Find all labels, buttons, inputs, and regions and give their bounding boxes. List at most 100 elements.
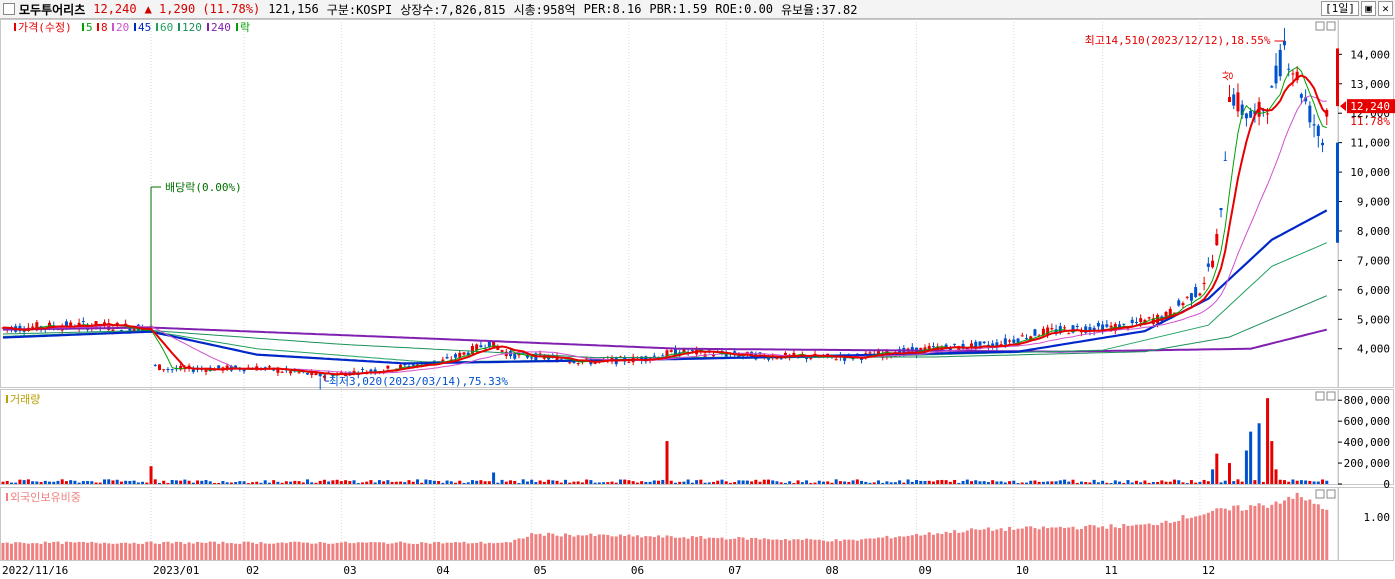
foreign-bar bbox=[1147, 523, 1151, 560]
restore-icon[interactable]: ▣ bbox=[1361, 1, 1376, 16]
volume-bar bbox=[1223, 480, 1227, 484]
candle bbox=[1211, 260, 1215, 268]
volume-bar bbox=[623, 479, 627, 484]
high-annotation: 최고14,510(2023/12/12),18.55% bbox=[1085, 34, 1271, 47]
volume-bar bbox=[631, 481, 635, 484]
volume-bar bbox=[94, 482, 98, 484]
volume-bar bbox=[1113, 480, 1117, 484]
foreign-bar bbox=[559, 536, 563, 560]
float-ratio: 유보율:37.82 bbox=[781, 2, 858, 17]
volume-bar bbox=[441, 482, 445, 484]
foreign-bar bbox=[386, 543, 390, 560]
volume-bar bbox=[855, 479, 859, 484]
volume-bar bbox=[403, 482, 407, 484]
volume-bar bbox=[132, 480, 136, 484]
day-range-up bbox=[1336, 48, 1339, 107]
x-axis-label: 12 bbox=[1202, 564, 1215, 577]
foreign-bar bbox=[369, 542, 373, 560]
foreign-bar bbox=[179, 542, 183, 560]
candle bbox=[1194, 287, 1198, 297]
volume-bar bbox=[242, 481, 246, 484]
volume-bar bbox=[111, 480, 115, 484]
price-tick-label: 4,000 bbox=[1357, 343, 1390, 356]
volume-bar bbox=[26, 479, 30, 484]
foreign-bar bbox=[855, 540, 859, 560]
foreign-bar bbox=[1295, 492, 1299, 560]
period-button[interactable]: [1일] bbox=[1321, 1, 1359, 16]
foreign-bar bbox=[1101, 526, 1105, 560]
volume-bar bbox=[728, 482, 732, 484]
volume-bar bbox=[1291, 479, 1295, 484]
volume-bar bbox=[234, 482, 238, 484]
close-icon[interactable]: ✕ bbox=[1378, 1, 1393, 16]
foreign-title: 외국인보유비중 bbox=[10, 491, 81, 504]
foreign-bar bbox=[593, 536, 597, 560]
volume-bar bbox=[124, 480, 128, 484]
foreign-bar bbox=[411, 543, 415, 560]
volume-bar bbox=[365, 481, 369, 484]
volume-bar bbox=[500, 479, 504, 484]
foreign-bar bbox=[953, 530, 957, 560]
foreign-bar bbox=[551, 533, 555, 560]
foreign-bar bbox=[48, 542, 52, 560]
foreign-bar bbox=[276, 542, 280, 560]
foreign-bar bbox=[661, 537, 665, 560]
volume-bar bbox=[1257, 423, 1261, 484]
foreign-bar bbox=[673, 537, 677, 560]
candle bbox=[775, 358, 779, 360]
foreign-bar bbox=[1143, 524, 1147, 560]
volume-bar bbox=[1147, 482, 1151, 484]
volume-bar bbox=[813, 482, 817, 484]
candle bbox=[978, 341, 982, 346]
foreign-bar bbox=[246, 541, 250, 560]
volume-bar bbox=[496, 482, 500, 484]
foreign-bar bbox=[745, 539, 749, 560]
foreign-bar bbox=[606, 535, 610, 560]
volume-bar bbox=[48, 481, 52, 484]
volume-bar bbox=[297, 481, 301, 484]
foreign-bar bbox=[327, 543, 331, 560]
candle bbox=[454, 354, 458, 358]
volume-bar bbox=[191, 482, 195, 484]
select-checkbox[interactable] bbox=[3, 3, 15, 15]
candle bbox=[576, 363, 580, 365]
foreign-bar bbox=[73, 542, 77, 560]
foreign-bar bbox=[843, 539, 847, 560]
foreign-bar bbox=[1321, 508, 1325, 560]
volume-bar bbox=[1054, 481, 1058, 484]
candle bbox=[843, 358, 847, 361]
volume-bar bbox=[115, 479, 119, 484]
candle bbox=[931, 346, 935, 348]
volume-bar bbox=[555, 480, 559, 484]
foreign-bar bbox=[690, 536, 694, 560]
foreign-bar bbox=[136, 543, 140, 560]
candle bbox=[1198, 293, 1202, 296]
volume-bar bbox=[703, 482, 707, 484]
foreign-bar bbox=[940, 534, 944, 560]
stock-name[interactable]: 모두투어리츠 bbox=[19, 1, 85, 18]
volume-bar bbox=[1075, 482, 1079, 484]
candle bbox=[1291, 73, 1295, 75]
volume-bar bbox=[644, 481, 648, 484]
volume-bar bbox=[1079, 481, 1083, 484]
volume-bar bbox=[919, 480, 923, 484]
price-tick-label: 11,000 bbox=[1350, 137, 1390, 150]
volume-bar bbox=[1181, 482, 1185, 484]
volume-bar bbox=[1088, 482, 1092, 484]
roe: ROE:0.00 bbox=[715, 2, 774, 16]
foreign-bar bbox=[686, 538, 690, 560]
foreign-bar bbox=[733, 538, 737, 560]
volume-bar bbox=[991, 480, 995, 484]
foreign-bar bbox=[902, 536, 906, 560]
foreign-bar bbox=[779, 540, 783, 560]
volume-bar bbox=[335, 479, 339, 484]
foreign-bar bbox=[830, 541, 834, 560]
volume-bar bbox=[56, 480, 60, 484]
foreign-bar bbox=[22, 543, 26, 560]
foreign-bar bbox=[682, 537, 686, 560]
foreign-bar bbox=[1079, 528, 1083, 560]
foreign-bar bbox=[115, 543, 119, 560]
volume-bar bbox=[758, 481, 762, 484]
foreign-bar bbox=[602, 534, 606, 560]
foreign-bar bbox=[758, 539, 762, 560]
